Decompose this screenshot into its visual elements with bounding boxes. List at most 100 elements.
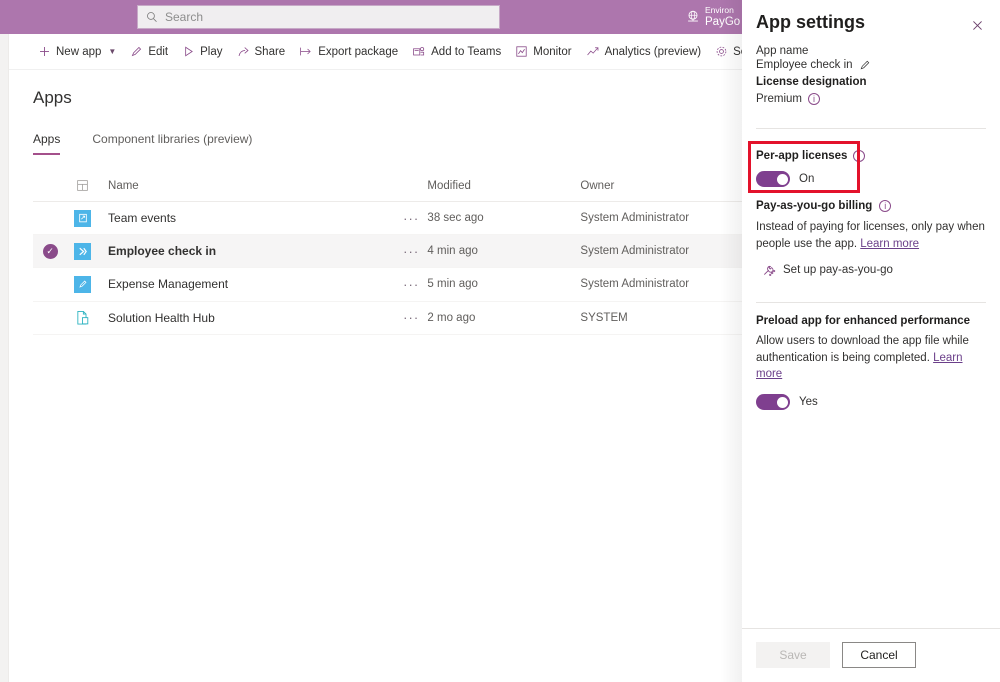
row-owner: SYSTEM — [580, 312, 743, 324]
row-more-menu[interactable]: ··· — [395, 211, 428, 226]
table-row[interactable]: Solution Health Hub ··· 2 mo ago SYSTEM — [33, 302, 743, 335]
row-modified: 4 min ago — [427, 245, 580, 257]
monitor-button[interactable]: Monitor — [508, 41, 578, 62]
export-package-label: Export package — [318, 46, 398, 58]
per-app-licenses-label: Per-app licenses — [756, 150, 847, 162]
analytics-label: Analytics (preview) — [605, 46, 702, 58]
wrench-icon — [762, 263, 776, 277]
setup-pay-as-you-go-link[interactable]: Set up pay-as-you-go — [783, 264, 893, 276]
pay-as-you-go-section: Pay-as-you-go billing i Instead of payin… — [756, 200, 986, 277]
preload-toggle-state: Yes — [799, 396, 818, 408]
column-layout-icon[interactable] — [67, 179, 98, 192]
analytics-icon — [586, 45, 600, 58]
license-designation-value: Premium — [756, 93, 802, 105]
row-modified: 38 sec ago — [427, 212, 580, 224]
license-designation-section: License designation Premium i — [756, 76, 986, 105]
panel-title: App settings — [756, 12, 865, 33]
preload-section: Preload app for enhanced performance All… — [756, 315, 986, 410]
edit-button[interactable]: Edit — [123, 41, 175, 62]
column-header-owner[interactable]: Owner — [580, 180, 743, 192]
apps-table: Name Modified Owner Team events ··· 38 s… — [33, 170, 743, 335]
app-tile-icon — [67, 243, 98, 260]
pencil-icon[interactable] — [859, 59, 871, 71]
app-tile-icon — [67, 276, 98, 293]
panel-footer: Save Cancel — [756, 642, 916, 668]
row-more-menu[interactable]: ··· — [395, 310, 428, 325]
table-row[interactable]: Team events ··· 38 sec ago System Admini… — [33, 202, 743, 235]
table-row[interactable]: ✓ Employee check in ··· 4 min ago System… — [33, 235, 743, 268]
row-select[interactable]: ✓ — [33, 244, 67, 259]
row-owner: System Administrator — [580, 212, 743, 224]
play-label: Play — [200, 46, 222, 58]
column-header-name[interactable]: Name — [98, 180, 395, 192]
new-app-label: New app — [56, 46, 101, 58]
share-label: Share — [255, 46, 286, 58]
add-to-teams-button[interactable]: Add to Teams — [405, 41, 508, 62]
row-owner: System Administrator — [580, 278, 743, 290]
new-app-button[interactable]: New app ▼ — [31, 41, 123, 62]
row-app-name[interactable]: Employee check in — [98, 244, 395, 258]
environment-name: PayGo — [705, 15, 740, 29]
per-app-licenses-section: Per-app licenses i On — [756, 150, 986, 187]
column-header-modified[interactable]: Modified — [427, 180, 580, 192]
page-tabs: Apps Component libraries (preview) — [33, 132, 252, 155]
save-button[interactable]: Save — [756, 642, 830, 668]
preload-toggle[interactable] — [756, 394, 790, 410]
app-root: Search Environ PayGo N — [0, 0, 1000, 682]
info-icon[interactable]: i — [879, 200, 891, 212]
cancel-button[interactable]: Cancel — [842, 642, 916, 668]
table-header-row: Name Modified Owner — [33, 170, 743, 202]
settings-button[interactable]: Settings — [708, 41, 743, 62]
app-name-section: App name Employee check in — [756, 45, 986, 71]
environment-icon — [686, 10, 700, 24]
search-icon — [146, 11, 158, 23]
preload-label: Preload app for enhanced performance — [756, 315, 986, 327]
share-button[interactable]: Share — [230, 41, 293, 62]
close-icon[interactable] — [964, 12, 990, 38]
analytics-button[interactable]: Analytics (preview) — [579, 41, 709, 62]
export-icon — [299, 45, 313, 58]
license-designation-label: License designation — [756, 76, 986, 88]
gear-icon — [715, 45, 728, 58]
panel-footer-divider — [742, 628, 1000, 629]
table-row[interactable]: Expense Management ··· 5 min ago System … — [33, 268, 743, 301]
pay-as-you-go-learn-more-link[interactable]: Learn more — [860, 238, 919, 250]
page-title: Apps — [33, 88, 72, 108]
row-app-name[interactable]: Expense Management — [98, 277, 395, 291]
check-circle-icon: ✓ — [43, 244, 58, 259]
tab-component-libraries[interactable]: Component libraries (preview) — [92, 132, 252, 155]
pencil-icon — [130, 45, 143, 58]
environment-text: Environ PayGo — [705, 5, 740, 30]
row-owner: System Administrator — [580, 245, 743, 257]
teams-icon — [412, 45, 426, 58]
panel-divider — [756, 128, 986, 129]
play-button[interactable]: Play — [175, 41, 229, 62]
export-package-button[interactable]: Export package — [292, 41, 405, 62]
document-icon — [67, 310, 98, 326]
tab-apps[interactable]: Apps — [33, 132, 60, 155]
command-bar: New app ▼ Edit Play Share Export p — [9, 34, 743, 70]
app-settings-panel: App settings App name Employee check in … — [742, 0, 1000, 682]
per-app-licenses-toggle[interactable] — [756, 171, 790, 187]
app-tile-icon — [67, 210, 98, 227]
environment-selector[interactable]: Environ PayGo — [686, 2, 742, 32]
app-name-label: App name — [756, 45, 986, 57]
left-sidebar-rail[interactable] — [0, 34, 9, 682]
apps-page: Apps Apps Component libraries (preview) … — [9, 70, 743, 682]
row-app-name[interactable]: Team events — [98, 211, 395, 225]
pay-as-you-go-label: Pay-as-you-go billing — [756, 200, 872, 212]
row-modified: 2 mo ago — [427, 312, 580, 324]
monitor-label: Monitor — [533, 46, 571, 58]
app-name-value: Employee check in — [756, 59, 853, 71]
plus-icon — [38, 45, 51, 58]
edit-label: Edit — [148, 46, 168, 58]
row-app-name[interactable]: Solution Health Hub — [98, 311, 395, 325]
info-icon[interactable]: i — [853, 150, 865, 162]
row-more-menu[interactable]: ··· — [395, 277, 428, 292]
row-more-menu[interactable]: ··· — [395, 244, 428, 259]
search-placeholder: Search — [165, 10, 203, 24]
chevron-down-icon: ▼ — [108, 47, 116, 56]
info-icon[interactable]: i — [808, 93, 820, 105]
panel-divider — [756, 302, 986, 303]
search-input[interactable]: Search — [137, 5, 500, 29]
